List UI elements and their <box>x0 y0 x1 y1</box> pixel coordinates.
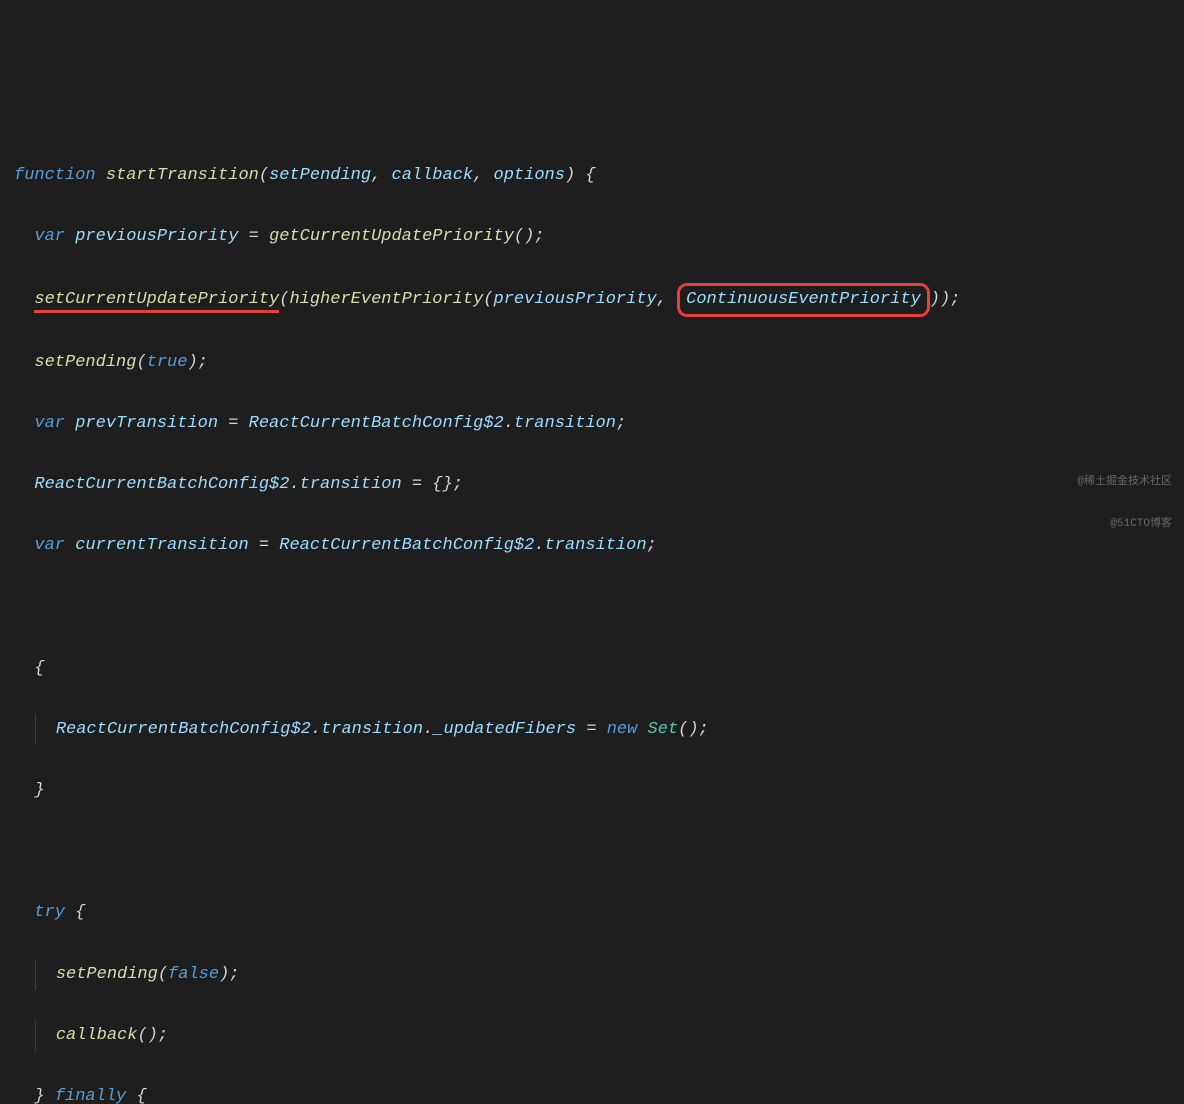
watermark-line: @稀土掘金技术社区 <box>1077 475 1172 489</box>
highlight-box-annotation: ContinuousEventPriority <box>677 283 930 317</box>
boolean: false <box>168 965 219 984</box>
code-line-7: var currentTransition = ReactCurrentBatc… <box>14 531 1170 562</box>
keyword-new: new <box>607 720 638 739</box>
variable: prevTransition <box>75 414 218 433</box>
object: ReactCurrentBatchConfig$2 <box>279 536 534 555</box>
keyword-var: var <box>34 227 65 246</box>
function-call: setCurrentUpdatePriority <box>34 290 279 309</box>
keyword-function: function <box>14 166 96 185</box>
function-call: higherEventPriority <box>289 290 483 309</box>
code-line-5: var prevTransition = ReactCurrentBatchCo… <box>14 409 1170 440</box>
type: Set <box>648 720 679 739</box>
function-call: callback <box>56 1026 138 1045</box>
code-line-9: ReactCurrentBatchConfig$2.transition._up… <box>14 715 1170 746</box>
function-call: getCurrentUpdatePriority <box>269 227 514 246</box>
code-line-8: { <box>14 654 1170 685</box>
object: ReactCurrentBatchConfig$2 <box>34 475 289 494</box>
property: transition <box>545 536 647 555</box>
property: transition <box>514 414 616 433</box>
keyword-finally: finally <box>55 1087 126 1104</box>
code-line-1: function startTransition(setPending, cal… <box>14 161 1170 192</box>
variable: currentTransition <box>75 536 248 555</box>
code-line-6: ReactCurrentBatchConfig$2.transition = {… <box>14 470 1170 501</box>
code-line-blank <box>14 592 1170 623</box>
function-call: setPending <box>56 965 158 984</box>
object: ReactCurrentBatchConfig$2 <box>249 414 504 433</box>
keyword-var: var <box>34 414 65 433</box>
watermark: @稀土掘金技术社区 @51CTO博客 <box>1077 446 1172 546</box>
code-line-2: var previousPriority = getCurrentUpdateP… <box>14 222 1170 253</box>
param: setPending <box>269 166 371 185</box>
code-line-12: setPending(false); <box>14 960 1170 991</box>
underline-annotation: setCurrentUpdatePriority <box>34 290 279 313</box>
code-line-14: } finally { <box>14 1082 1170 1104</box>
code-line-10: } <box>14 776 1170 807</box>
code-line-3: setCurrentUpdatePriority(higherEventPrio… <box>14 283 1170 317</box>
boolean: true <box>147 353 188 372</box>
param: callback <box>392 166 474 185</box>
code-line-13: callback(); <box>14 1021 1170 1052</box>
variable: ContinuousEventPriority <box>686 290 921 309</box>
property: transition <box>300 475 402 494</box>
code-line-11: try { <box>14 898 1170 929</box>
code-line-4: setPending(true); <box>14 348 1170 379</box>
object: ReactCurrentBatchConfig$2 <box>56 720 311 739</box>
param: options <box>494 166 565 185</box>
property: _updatedFibers <box>433 720 576 739</box>
code-editor: function startTransition(setPending, cal… <box>14 130 1170 1104</box>
function-name: startTransition <box>106 166 259 185</box>
variable: previousPriority <box>75 227 238 246</box>
keyword-try: try <box>34 903 65 922</box>
property: transition <box>321 720 423 739</box>
code-line-blank <box>14 837 1170 868</box>
function-call: setPending <box>34 353 136 372</box>
keyword-var: var <box>34 536 65 555</box>
variable: previousPriority <box>494 290 657 309</box>
watermark-line: @51CTO博客 <box>1077 517 1172 531</box>
